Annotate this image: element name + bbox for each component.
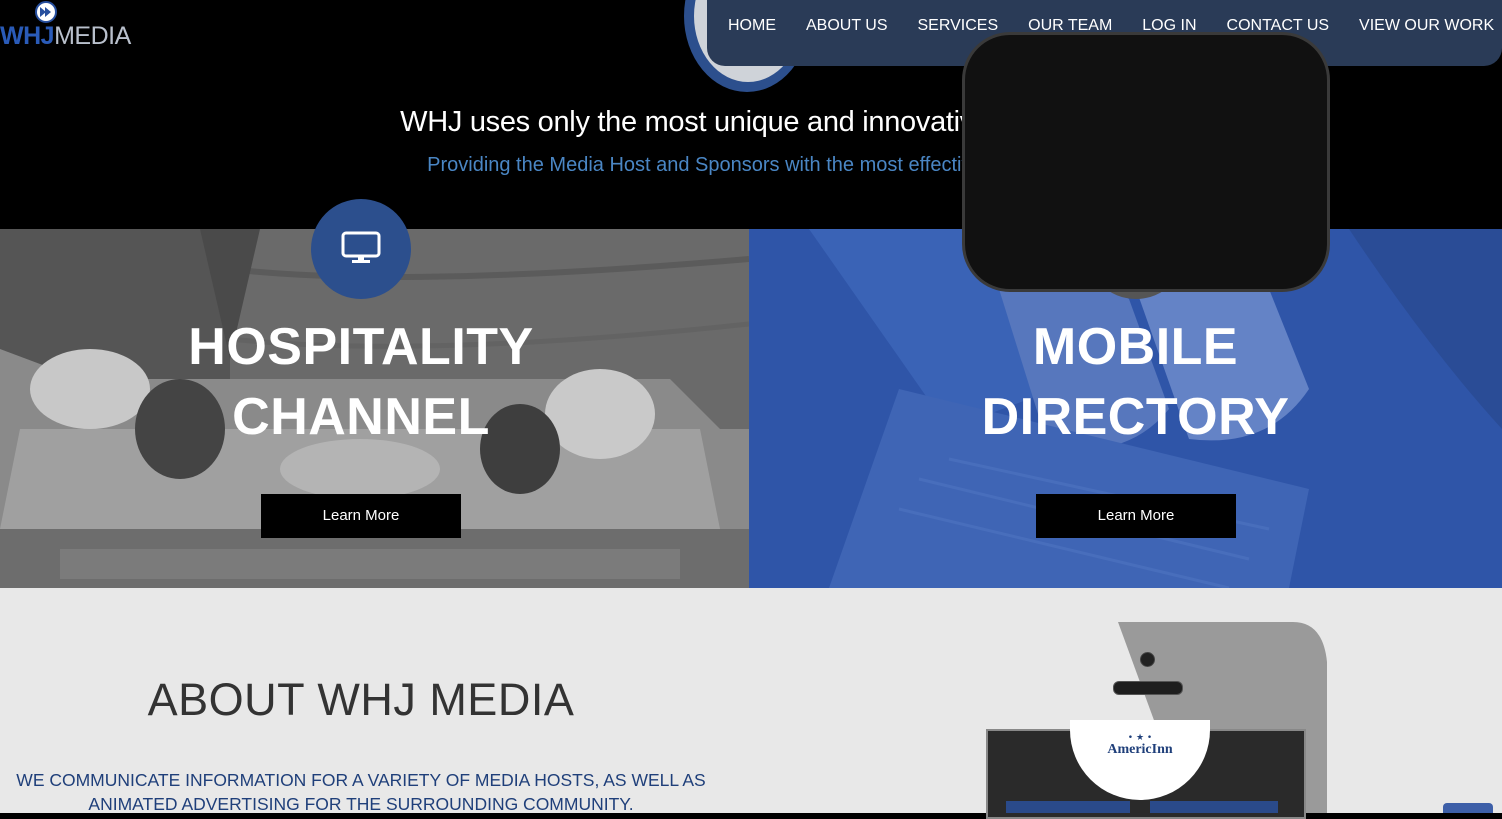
about-title: ABOUT WHJ MEDIA (147, 674, 575, 725)
nav-services[interactable]: SERVICES (918, 17, 999, 35)
mobile-title-line2: DIRECTORY (981, 388, 1290, 446)
logo-secondary: MEDIA (54, 22, 131, 50)
phone-speaker (1113, 681, 1183, 695)
phone-screen-bar-left (1006, 801, 1130, 813)
monitor-icon (341, 231, 381, 263)
about-text: WE COMMUNICATE INFORMATION FOR A VARIETY… (16, 770, 706, 813)
hospitality-badge (311, 199, 411, 299)
hospitality-title-line1: HOSPITALITY (188, 318, 534, 376)
mobile-learn-more-button[interactable]: Learn More (1036, 494, 1236, 538)
hospitality-learn-more-button[interactable]: Learn More (261, 494, 461, 538)
nav-view-our-work[interactable]: VIEW OUR WORK (1359, 17, 1494, 35)
play-icon (35, 1, 57, 23)
phone-mockup (962, 32, 1330, 292)
nav-home[interactable]: HOME (728, 17, 776, 35)
scroll-to-top-button[interactable] (1443, 803, 1493, 813)
phone-screen-bar-right (1150, 801, 1278, 813)
phone-camera (1140, 652, 1155, 667)
logo-primary: WHJ (0, 22, 55, 50)
logo-wordmark: WHJMEDIA (0, 22, 131, 51)
hospitality-title-line2: CHANNEL (232, 388, 490, 446)
mobile-title: MOBILE DIRECTORY (749, 312, 1502, 452)
nav-about-us[interactable]: ABOUT US (806, 17, 888, 35)
whj-media-logo[interactable]: WHJMEDIA (0, 0, 131, 56)
hospitality-title: HOSPITALITY CHANNEL (0, 312, 722, 452)
mobile-title-line1: MOBILE (1032, 318, 1239, 376)
americinn-logo-text: AmericInn (1107, 742, 1173, 757)
